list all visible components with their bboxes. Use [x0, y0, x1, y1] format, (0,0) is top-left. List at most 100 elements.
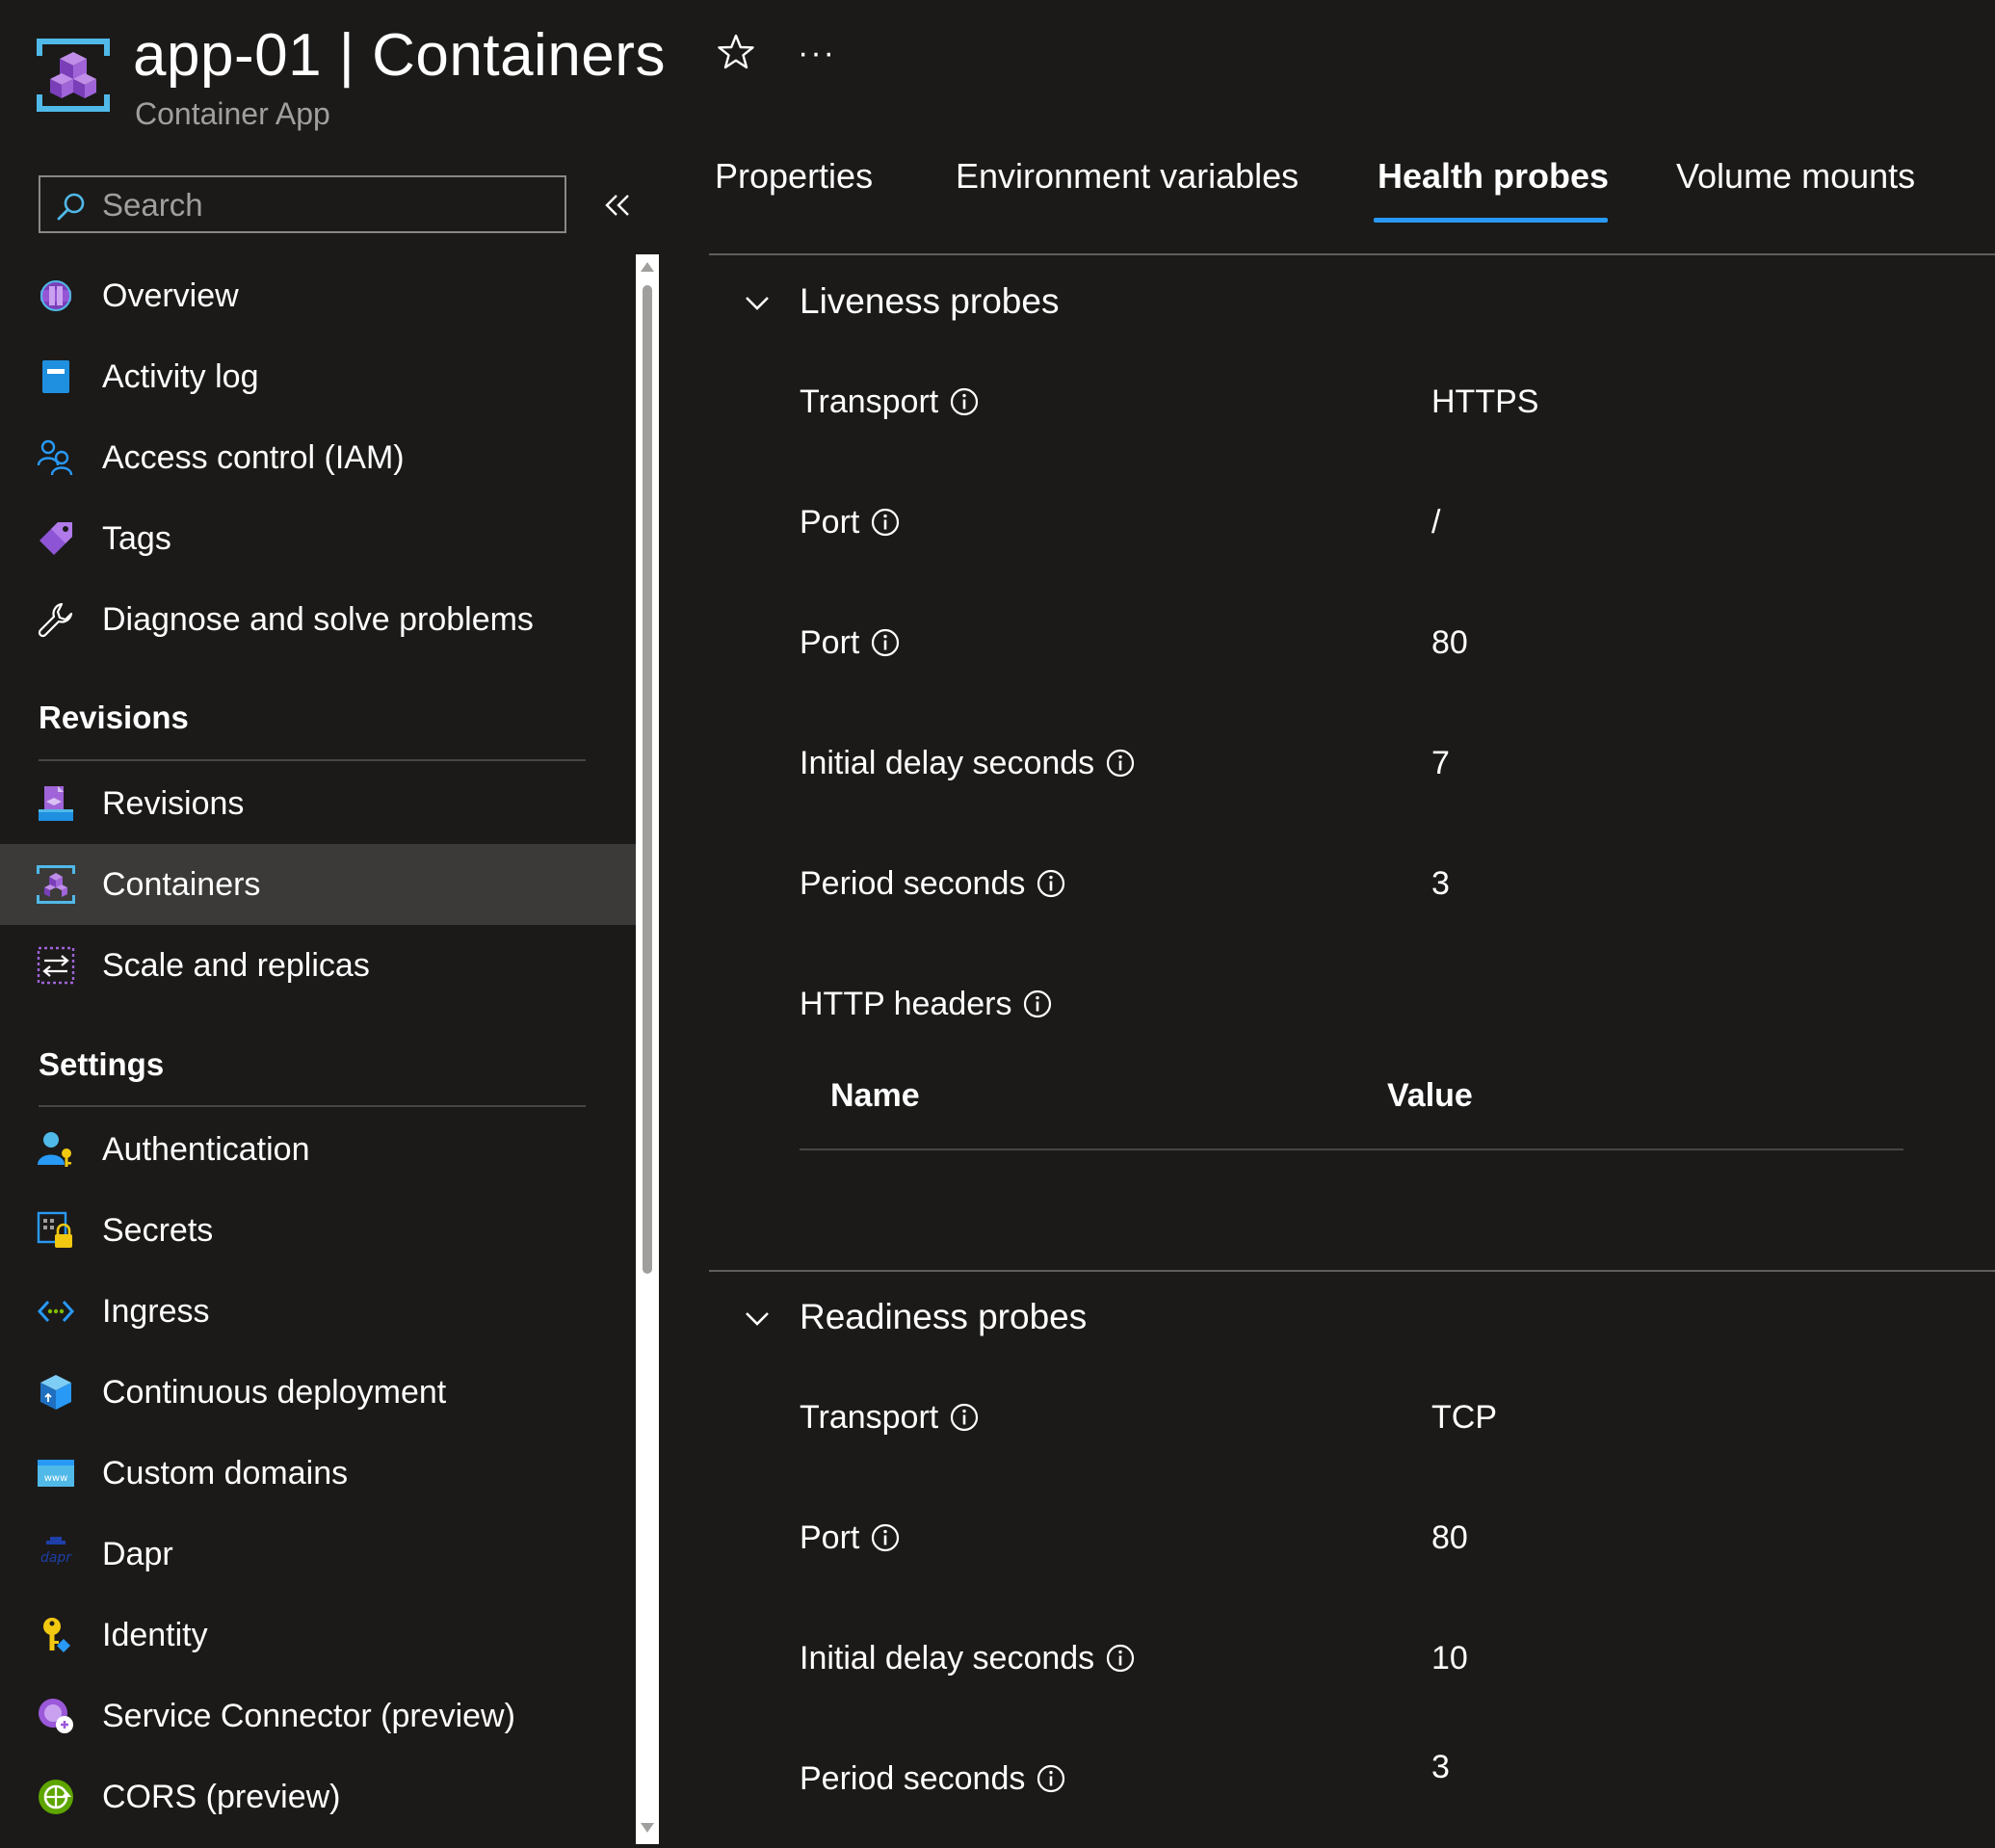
field-label-http-headers: HTTP headers [800, 986, 1052, 1023]
field-value-initial-delay: 10 [1431, 1640, 1468, 1676]
sidebar-item-cors[interactable]: CORS (preview) [0, 1756, 636, 1837]
more-options-button[interactable]: ··· [798, 35, 836, 72]
page-subtitle: Container App [135, 96, 330, 131]
field-label-transport: Transport [800, 383, 979, 421]
plug-icon [39, 1699, 73, 1733]
chevron-down-icon[interactable] [742, 1303, 773, 1333]
scale-icon [37, 946, 75, 985]
overview-icon [40, 280, 71, 311]
sidebar-item-continuous-deployment[interactable]: Continuous deployment [0, 1352, 636, 1433]
sidebar-item-custom-domains[interactable]: www Custom domains [0, 1433, 636, 1514]
info-icon[interactable] [1037, 869, 1065, 898]
sidebar-item-activity-log[interactable]: Activity log [0, 336, 636, 417]
sidebar-item-scale[interactable]: Scale and replicas [0, 925, 636, 1006]
dapr-icon: dapr [40, 1537, 72, 1566]
tab-volume-mounts[interactable]: Volume mounts [1676, 156, 1915, 197]
section-divider [709, 253, 1995, 255]
info-icon[interactable] [871, 508, 900, 537]
field-value-transport: TCP [1431, 1399, 1497, 1436]
field-value-initial-delay: 7 [1431, 745, 1450, 781]
user-key-icon [38, 1132, 71, 1167]
table-divider [800, 1148, 1903, 1150]
field-value-period: 3 [1431, 865, 1450, 902]
section-divider [709, 1270, 1995, 1272]
scroll-down-icon[interactable] [640, 1821, 655, 1835]
info-icon[interactable] [871, 628, 900, 657]
nav-divider [39, 1105, 586, 1107]
active-tab-indicator [1374, 218, 1608, 223]
sidebar-item-label: Dapr [102, 1536, 173, 1572]
svg-text:www: www [44, 1473, 68, 1484]
sidebar-item-label: Overview [102, 277, 239, 314]
sidebar-item-label: Activity log [102, 358, 259, 395]
sidebar-item-containers[interactable]: Containers [0, 844, 636, 925]
info-icon[interactable] [871, 1523, 900, 1552]
star-icon[interactable] [717, 33, 755, 71]
sidebar-item-label: Secrets [102, 1212, 214, 1249]
container-app-logo-icon [37, 39, 110, 112]
chevron-down-icon[interactable] [742, 287, 773, 318]
sidebar-item-secrets[interactable]: Secrets [0, 1190, 636, 1271]
search-input[interactable] [100, 183, 557, 227]
field-label-initial-delay: Initial delay seconds [800, 1640, 1135, 1677]
sidebar-item-identity[interactable]: Identity [0, 1595, 636, 1676]
liveness-probes-title[interactable]: Liveness probes [800, 281, 1059, 322]
info-icon[interactable] [1106, 749, 1135, 778]
readiness-probes-title[interactable]: Readiness probes [800, 1297, 1087, 1337]
table-header-name: Name [830, 1077, 920, 1114]
field-label-transport: Transport [800, 1399, 979, 1437]
tab-environment-variables[interactable]: Environment variables [956, 156, 1299, 197]
field-label-port: Port [800, 504, 900, 541]
sidebar-item-service-connector[interactable]: Service Connector (preview) [0, 1676, 636, 1756]
sidebar-item-ingress[interactable]: Ingress [0, 1271, 636, 1352]
sidebar-item-tags[interactable]: Tags [0, 498, 636, 579]
tab-properties[interactable]: Properties [715, 156, 873, 197]
sidebar-item-authentication[interactable]: Authentication [0, 1109, 636, 1190]
sidebar-item-label: Access control (IAM) [102, 439, 405, 476]
page-title: app-01 | Containers [133, 22, 666, 89]
nav-divider [39, 759, 586, 761]
sidebar-item-label: Ingress [102, 1293, 210, 1330]
info-icon[interactable] [950, 1403, 979, 1432]
sidebar-item-label: Authentication [102, 1131, 310, 1168]
info-icon[interactable] [1106, 1644, 1135, 1673]
sidebar-item-label: CORS (preview) [102, 1779, 341, 1815]
revisions-icon [39, 786, 73, 821]
field-value-period: 3 [1431, 1749, 1450, 1785]
sidebar-item-label: Continuous deployment [102, 1374, 447, 1411]
wrench-icon [38, 602, 73, 638]
nav-section-revisions: Revisions [39, 700, 189, 735]
info-icon[interactable] [1023, 990, 1052, 1018]
sidebar-item-label: Containers [102, 866, 261, 903]
sidebar-item-revisions[interactable]: Revisions [0, 763, 636, 844]
field-value-transport: HTTPS [1431, 383, 1539, 420]
field-value-port: 80 [1431, 624, 1468, 661]
key-icon [43, 1618, 70, 1652]
sidebar-item-access-control[interactable]: Access control (IAM) [0, 417, 636, 498]
info-icon[interactable] [1037, 1764, 1065, 1793]
www-icon: www [38, 1460, 74, 1487]
search-icon [57, 193, 85, 221]
cors-icon [39, 1780, 73, 1814]
sidebar-item-label: Tags [102, 520, 171, 557]
containers-icon [37, 865, 75, 904]
people-icon [37, 439, 73, 476]
sidebar-item-diagnose[interactable]: Diagnose and solve problems [0, 579, 636, 660]
field-label-period: Period seconds [800, 1760, 1065, 1798]
collapse-sidebar-icon[interactable] [601, 189, 634, 222]
nav-section-settings: Settings [39, 1046, 165, 1082]
sidebar-item-label: Service Connector (preview) [102, 1698, 515, 1734]
field-label-port: Port [800, 1519, 900, 1557]
field-value-path: / [1431, 504, 1441, 541]
field-value-port: 80 [1431, 1519, 1468, 1556]
sidebar-item-label: Scale and replicas [102, 947, 370, 984]
sidebar-item-label: Revisions [102, 785, 245, 822]
tab-health-probes[interactable]: Health probes [1378, 156, 1609, 197]
sidebar-item-overview[interactable]: Overview [0, 255, 636, 336]
sidebar-item-dapr[interactable]: dapr Dapr [0, 1514, 636, 1595]
info-icon[interactable] [950, 387, 979, 416]
scroll-up-icon[interactable] [640, 260, 655, 274]
sidebar-item-label: Diagnose and solve problems [102, 601, 534, 638]
search-box[interactable] [39, 175, 566, 233]
scrollbar-thumb[interactable] [643, 285, 652, 1274]
